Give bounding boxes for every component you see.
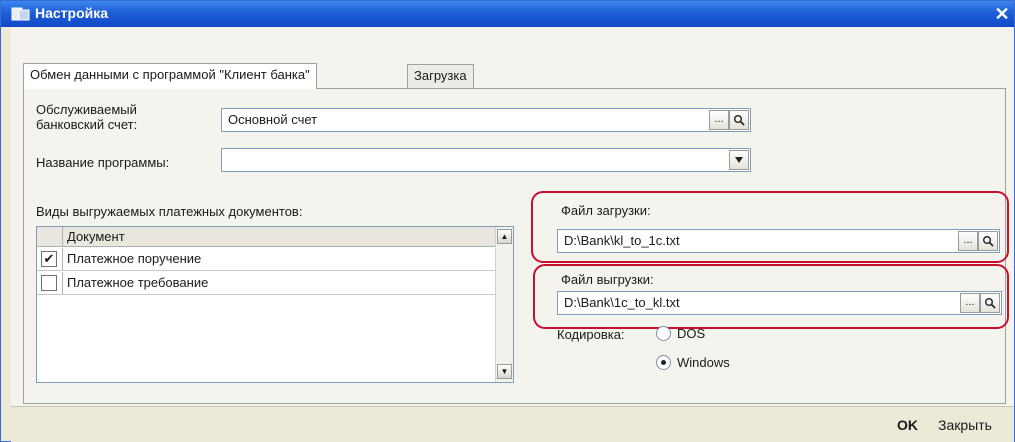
- close-button[interactable]: Закрыть: [938, 417, 992, 433]
- ok-button[interactable]: OK: [897, 417, 918, 433]
- documents-table: Документ ✔ Платежное поручение Платежное…: [36, 226, 514, 383]
- document-name: Платежное требование: [67, 275, 209, 290]
- tab-label: Обмен данными с программой "Клиент банка…: [30, 67, 310, 82]
- table-row[interactable]: ✔ Платежное поручение: [37, 248, 495, 271]
- magnifier-icon: [734, 115, 745, 126]
- dialog-footer: OK Закрыть: [11, 406, 1014, 442]
- magnifier-icon: [983, 236, 994, 247]
- export-file-value: D:\Bank\1c_to_kl.txt: [564, 295, 680, 310]
- import-file-label: Файл загрузки:: [561, 203, 651, 218]
- encoding-windows-radio[interactable]: [656, 355, 671, 370]
- export-file-field[interactable]: D:\Bank\1c_to_kl.txt ...: [557, 291, 1002, 315]
- encoding-dos-label: DOS: [677, 326, 706, 341]
- encoding-windows-label: Windows: [677, 355, 730, 370]
- import-file-field[interactable]: D:\Bank\kl_to_1c.txt ...: [557, 229, 1000, 253]
- close-icon[interactable]: ✕: [992, 4, 1012, 24]
- documents-label: Виды выгружаемых платежных документов:: [36, 204, 303, 219]
- tab-client-bank-exchange[interactable]: Обмен данными с программой "Клиент банка…: [23, 63, 317, 89]
- account-select-button[interactable]: ...: [709, 110, 729, 130]
- tab-loading[interactable]: Загрузка: [407, 64, 474, 88]
- import-file-value: D:\Bank\kl_to_1c.txt: [564, 233, 680, 248]
- table-header: Документ: [37, 227, 495, 247]
- column-document: Документ: [67, 229, 125, 244]
- import-file-browse-button[interactable]: ...: [958, 231, 978, 251]
- export-file-search-button[interactable]: [980, 293, 1000, 313]
- document-name: Платежное поручение: [67, 251, 202, 266]
- chevron-down-icon: [735, 157, 743, 163]
- ellipsis-icon: ...: [963, 234, 973, 246]
- account-search-button[interactable]: [729, 110, 749, 130]
- table-row[interactable]: Платежное требование: [37, 272, 495, 295]
- settings-app-icon: [11, 7, 30, 21]
- program-select[interactable]: [221, 148, 751, 172]
- account-value: Основной счет: [228, 112, 318, 127]
- table-scrollbar[interactable]: ▲ ▼: [495, 227, 513, 382]
- account-field[interactable]: Основной счет ...: [221, 108, 751, 132]
- document-checkbox-checked[interactable]: ✔: [41, 251, 57, 267]
- ellipsis-icon: ...: [714, 113, 724, 125]
- scroll-down-icon[interactable]: ▼: [497, 364, 512, 379]
- column-separator: [62, 272, 63, 294]
- radio-selected-dot: [661, 360, 666, 365]
- account-label: Обслуживаемый банковский счет:: [36, 102, 138, 132]
- program-label: Название программы:: [36, 155, 170, 170]
- window-title: Настройка: [35, 5, 109, 21]
- title-bar[interactable]: Настройка ✕: [1, 1, 1014, 27]
- import-file-search-button[interactable]: [978, 231, 998, 251]
- column-separator: [62, 227, 63, 246]
- scroll-up-icon[interactable]: ▲: [497, 229, 512, 244]
- export-file-label: Файл выгрузки:: [561, 272, 654, 287]
- magnifier-icon: [985, 298, 996, 309]
- encoding-dos-radio[interactable]: [656, 326, 671, 341]
- settings-window: Настройка ✕ Обмен данными с программой "…: [0, 0, 1015, 442]
- ellipsis-icon: ...: [965, 296, 975, 308]
- column-separator: [62, 248, 63, 270]
- program-dropdown-button[interactable]: [729, 150, 749, 170]
- encoding-label: Кодировка:: [557, 327, 625, 342]
- document-checkbox[interactable]: [41, 275, 57, 291]
- export-file-browse-button[interactable]: ...: [960, 293, 980, 313]
- tab-label: Загрузка: [414, 68, 467, 83]
